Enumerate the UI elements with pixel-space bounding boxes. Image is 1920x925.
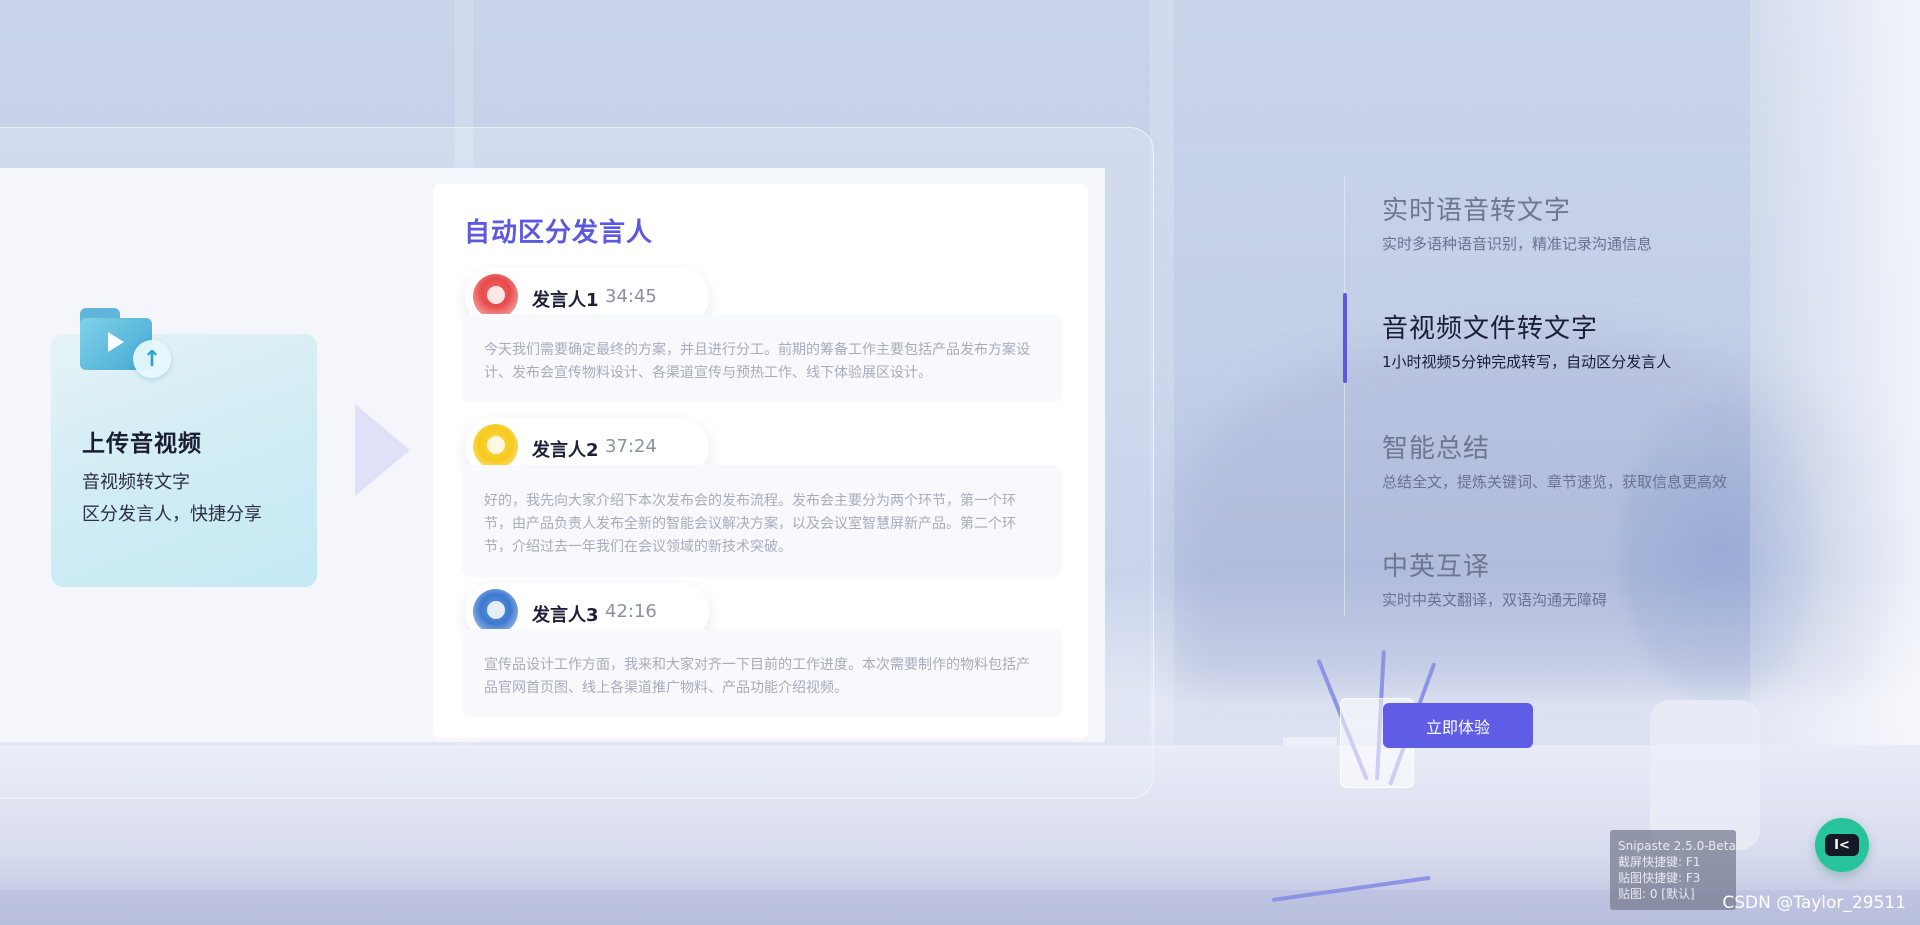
feature-item-summary-title[interactable]: 智能总结 (1382, 428, 1490, 465)
csdn-watermark: CSDN @Taylor_29511 (1722, 893, 1906, 913)
active-feature-indicator (1343, 293, 1347, 383)
speaker-name: 发言人2 (532, 440, 599, 461)
speaker-name: 发言人3 (532, 605, 599, 626)
bird-avatar-icon (473, 589, 518, 634)
transcript-text: 今天我们需要确定最终的方案，并且进行分工。前期的筹备工作主要包括产品发布方案设计… (484, 342, 1030, 381)
feature-item-file-transcribe-title[interactable]: 音视频文件转文字 (1382, 308, 1598, 345)
parrot-avatar-icon (473, 274, 518, 319)
snipaste-shortcut: 贴图快捷键: F3 (1618, 871, 1701, 885)
transcript-text: 宣传品设计工作方面，我来和大家对齐一下目前的工作进度。本次需要制作的物料包括产品… (484, 657, 1030, 696)
background-plant-pot (1650, 700, 1760, 850)
speaker-timestamp: 42:16 (605, 601, 657, 622)
transcript-text-block: 宣传品设计工作方面，我来和大家对齐一下目前的工作进度。本次需要制作的物料包括产品… (462, 629, 1062, 717)
upload-card-line: 音视频转文字 (82, 472, 190, 493)
feature-item-summary-desc: 总结全文，提炼关键词、章节速览，获取信息更高效 (1382, 473, 1728, 491)
speaker-timestamp: 37:24 (605, 436, 657, 457)
speaker-name: 发言人1 (532, 290, 599, 311)
bot-face-icon: I< (1825, 834, 1859, 856)
assistant-bot-button[interactable]: I< (1815, 818, 1869, 872)
transcript-text: 好的，我先向大家介绍下本次发布会的发布流程。发布会主要分为两个环节，第一个环节，… (484, 493, 1016, 555)
snipaste-overlay: Snipaste 2.5.0-Beta 截屏快捷键: F1 贴图快捷键: F3 … (1610, 830, 1736, 910)
speaker-timestamp: 34:45 (605, 286, 657, 307)
upload-media-card[interactable] (51, 334, 317, 587)
feature-item-translate-title[interactable]: 中英互译 (1382, 546, 1490, 583)
snipaste-shortcut: 截屏快捷键: F1 (1618, 855, 1701, 869)
transcript-text-block: 好的，我先向大家介绍下本次发布会的发布流程。发布会主要分为两个环节，第一个环节，… (462, 465, 1062, 577)
snipaste-paste-count: 贴图: 0 [默认] (1618, 887, 1695, 901)
decorative-line (1283, 737, 1337, 745)
toucan-avatar-icon (473, 424, 518, 469)
transcript-text-block: 今天我们需要确定最终的方案，并且进行分工。前期的筹备工作主要包括产品发布方案设计… (462, 314, 1062, 402)
panel-title: 自动区分发言人 (464, 218, 654, 248)
try-now-button[interactable]: 立即体验 (1383, 703, 1533, 748)
feature-list-divider (1344, 176, 1345, 616)
upload-card-title: 上传音视频 (82, 431, 202, 457)
feature-item-realtime-title[interactable]: 实时语音转文字 (1382, 190, 1571, 227)
flow-arrow-icon (355, 404, 410, 496)
upload-card-line: 区分发言人，快捷分享 (82, 504, 262, 525)
feature-item-realtime-desc: 实时多语种语音识别，精准记录沟通信息 (1382, 235, 1653, 253)
feature-item-translate-desc: 实时中英文翻译，双语沟通无障碍 (1382, 591, 1608, 609)
upload-arrow-icon: ↑ (133, 340, 171, 378)
snipaste-version: Snipaste 2.5.0-Beta (1618, 839, 1736, 853)
feature-item-file-transcribe-desc: 1小时视频5分钟完成转写，自动区分发言人 (1382, 353, 1672, 371)
